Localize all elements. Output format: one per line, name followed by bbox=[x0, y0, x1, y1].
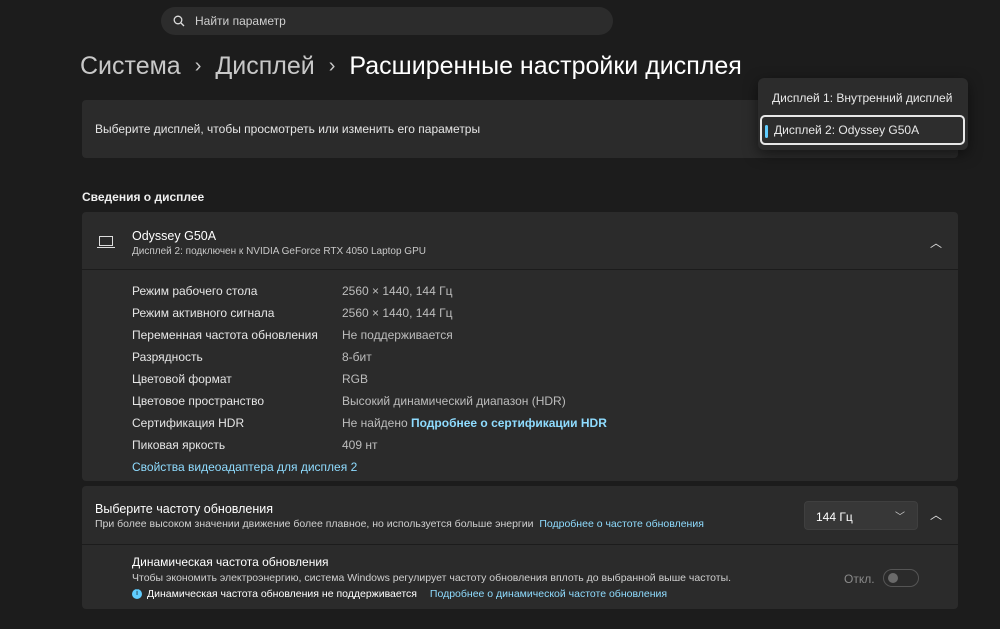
chevron-down-icon: ﹀ bbox=[895, 512, 905, 523]
info-row: Разрядность 8-бит bbox=[132, 346, 607, 368]
info-key: Цветовое пространство bbox=[132, 394, 265, 408]
page-title: Расширенные настройки дисплея bbox=[349, 52, 742, 80]
breadcrumb-system[interactable]: Система bbox=[80, 52, 181, 81]
info-row: Сертификация HDR Не найдено Подробнее о с… bbox=[132, 412, 607, 434]
info-key: Сертификация HDR bbox=[132, 416, 245, 430]
dynamic-refresh-link[interactable]: Подробнее о динамической частоте обновле… bbox=[430, 588, 667, 600]
display-option-2[interactable]: Дисплей 2: Odyssey G50A bbox=[760, 115, 965, 145]
display-dropdown[interactable]: Дисплей 1: Внутренний дисплей Дисплей 2:… bbox=[758, 78, 968, 150]
info-value: Не найдено bbox=[342, 416, 408, 430]
search-icon bbox=[173, 15, 185, 27]
toggle-label: Откл. bbox=[844, 572, 875, 586]
info-row: Цветовой формат RGB bbox=[132, 368, 607, 390]
dynamic-refresh-desc: Чтобы экономить электроэнергию, система … bbox=[132, 572, 732, 584]
info-row: Режим рабочего стола 2560 × 1440, 144 Гц bbox=[132, 280, 607, 302]
chevron-up-icon[interactable]: ︿ bbox=[930, 506, 942, 523]
info-value: 2560 × 1440, 144 Гц bbox=[342, 306, 453, 320]
info-row: Пиковая яркость 409 нт bbox=[132, 434, 607, 456]
info-row: Цветовое пространство Высокий динамически… bbox=[132, 390, 607, 412]
chevron-right-icon: › bbox=[194, 55, 202, 77]
dynamic-refresh-note: Динамическая частота обновления не подде… bbox=[147, 588, 417, 600]
search-placeholder: Найти параметр bbox=[195, 14, 286, 28]
info-row: Переменная частота обновления Не поддержи… bbox=[132, 324, 607, 346]
section-title: Сведения о дисплее bbox=[82, 190, 205, 204]
refresh-rate-value: 144 Гц bbox=[816, 510, 853, 524]
info-value: Высокий динамический диапазон (HDR) bbox=[342, 394, 566, 408]
info-value: RGB bbox=[342, 372, 369, 386]
refresh-title: Выберите частоту обновления bbox=[95, 502, 274, 516]
breadcrumb: Система › Дисплей › Расширенные настройк… bbox=[80, 52, 742, 81]
refresh-link[interactable]: Подробнее о частоте обновления bbox=[539, 518, 704, 530]
info-key: Цветовой формат bbox=[132, 372, 232, 386]
refresh-rate-select[interactable]: 144 Гц ﹀ bbox=[804, 501, 918, 530]
display-info-header[interactable]: Odyssey G50A Дисплей 2: подключен к NVID… bbox=[82, 212, 958, 270]
info-key: Пиковая яркость bbox=[132, 438, 226, 452]
info-value: 409 нт bbox=[342, 438, 378, 452]
display-name: Odyssey G50A bbox=[132, 229, 217, 243]
chevron-up-icon[interactable]: ︿ bbox=[930, 234, 942, 251]
breadcrumb-display[interactable]: Дисплей bbox=[215, 52, 314, 81]
dynamic-refresh-toggle[interactable] bbox=[883, 569, 919, 587]
hdr-cert-link[interactable]: Подробнее о сертификации HDR bbox=[411, 416, 607, 430]
info-value: 8-бит bbox=[342, 350, 372, 364]
display-select-label: Выберите дисплей, чтобы просмотреть или … bbox=[95, 122, 481, 136]
info-key: Режим рабочего стола bbox=[132, 284, 258, 298]
adapter-properties-link[interactable]: Свойства видеоадаптера для дисплея 2 bbox=[132, 460, 357, 474]
search-input[interactable]: Найти параметр bbox=[161, 7, 613, 35]
dynamic-refresh-title: Динамическая частота обновления bbox=[132, 555, 329, 569]
info-key: Режим активного сигнала bbox=[132, 306, 275, 320]
info-value: 2560 × 1440, 144 Гц bbox=[342, 284, 453, 298]
info-row: Режим активного сигнала 2560 × 1440, 144 … bbox=[132, 302, 607, 324]
display-info-card: Odyssey G50A Дисплей 2: подключен к NVID… bbox=[82, 212, 958, 481]
display-subtitle: Дисплей 2: подключен к NVIDIA GeForce RT… bbox=[132, 246, 426, 257]
refresh-desc: При более высоком значении движение боле… bbox=[95, 518, 534, 530]
info-value: Не поддерживается bbox=[342, 328, 453, 342]
info-key: Разрядность bbox=[132, 350, 203, 364]
info-key: Переменная частота обновления bbox=[132, 328, 318, 342]
display-option-1[interactable]: Дисплей 1: Внутренний дисплей bbox=[758, 83, 968, 113]
info-icon: i bbox=[132, 589, 142, 599]
refresh-rate-card: Выберите частоту обновления При более вы… bbox=[82, 486, 958, 609]
laptop-icon bbox=[97, 236, 115, 248]
chevron-right-icon: › bbox=[328, 55, 336, 77]
